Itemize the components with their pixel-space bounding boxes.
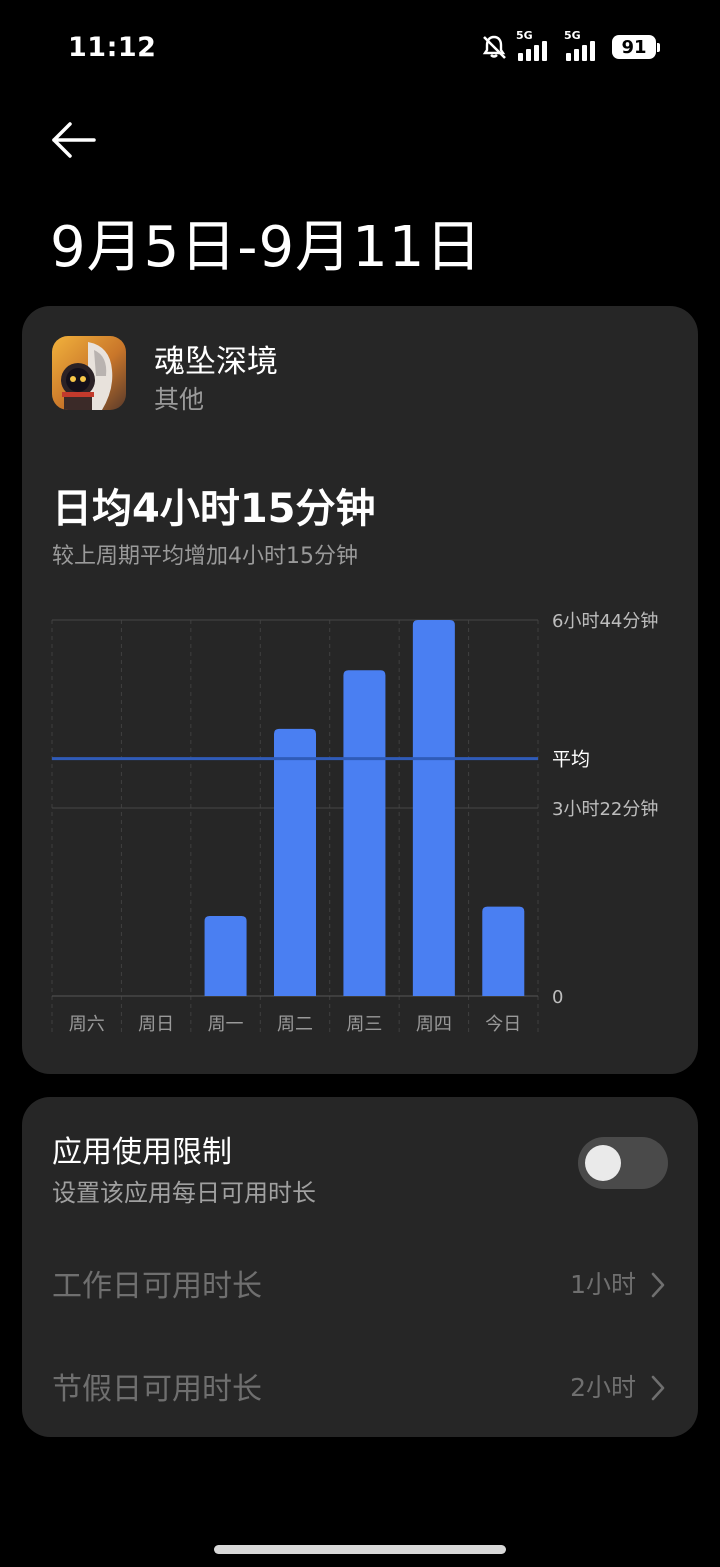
chevron-right-icon: [651, 1375, 665, 1401]
y-tick-label: 6小时44分钟: [552, 611, 658, 632]
limit-title: 应用使用限制: [52, 1135, 232, 1170]
x-tick-label: 周四: [416, 1014, 452, 1035]
holiday-limit-value: 2小时: [570, 1373, 636, 1402]
bar: [343, 670, 386, 996]
workday-limit-row[interactable]: 工作日可用时长 1小时: [22, 1243, 698, 1323]
usage-card: 魂坠深境 其他 日均4小时15分钟 较上周期平均增加4小时15分钟 6小时44分…: [22, 306, 698, 1074]
home-indicator: [214, 1545, 506, 1554]
y-tick-label: 0: [552, 987, 563, 1008]
status-icons: 5G 5G 91: [480, 29, 660, 61]
bar: [482, 906, 525, 996]
signal-icon-sim2: 5G: [564, 29, 604, 61]
limit-toggle[interactable]: [578, 1137, 668, 1189]
status-time: 11:12: [68, 32, 157, 63]
bar: [412, 620, 455, 996]
limit-subtitle: 设置该应用每日可用时长: [52, 1179, 316, 1207]
limit-card: 应用使用限制 设置该应用每日可用时长 工作日可用时长 1小时 节假日可用时长 2…: [22, 1097, 698, 1437]
average-label: 平均: [552, 749, 590, 771]
bar: [204, 915, 247, 996]
x-tick-label: 周二: [277, 1014, 313, 1035]
workday-limit-label: 工作日可用时长: [52, 1269, 262, 1304]
x-tick-label: 周一: [208, 1014, 244, 1035]
x-tick-label: 今日: [485, 1014, 521, 1035]
holiday-limit-label: 节假日可用时长: [52, 1372, 262, 1407]
battery-level: 91: [612, 35, 656, 59]
y-tick-label: 3小时22分钟: [552, 799, 658, 820]
back-arrow-icon: [52, 122, 96, 158]
holiday-limit-row[interactable]: 节假日可用时长 2小时: [22, 1346, 698, 1426]
workday-limit-value: 1小时: [570, 1270, 636, 1299]
toggle-knob: [585, 1145, 621, 1181]
signal-icon-sim1: 5G: [516, 29, 556, 61]
bar: [274, 728, 316, 996]
page-title: 9月5日-9月11日: [50, 215, 483, 280]
x-tick-label: 周六: [69, 1014, 105, 1035]
mute-icon: [482, 35, 506, 59]
chevron-right-icon: [651, 1272, 665, 1298]
x-tick-label: 周日: [138, 1014, 174, 1035]
usage-chart: 6小时44分钟 3小时22分钟 0 周六 周日 周一 周二 周三 周四 今日 平均: [51, 611, 658, 1035]
x-tick-label: 周三: [346, 1014, 382, 1035]
status-bar: 11:12 5G 5G 91: [0, 0, 720, 96]
battery-icon: 91: [612, 35, 660, 59]
back-button[interactable]: [50, 118, 98, 162]
